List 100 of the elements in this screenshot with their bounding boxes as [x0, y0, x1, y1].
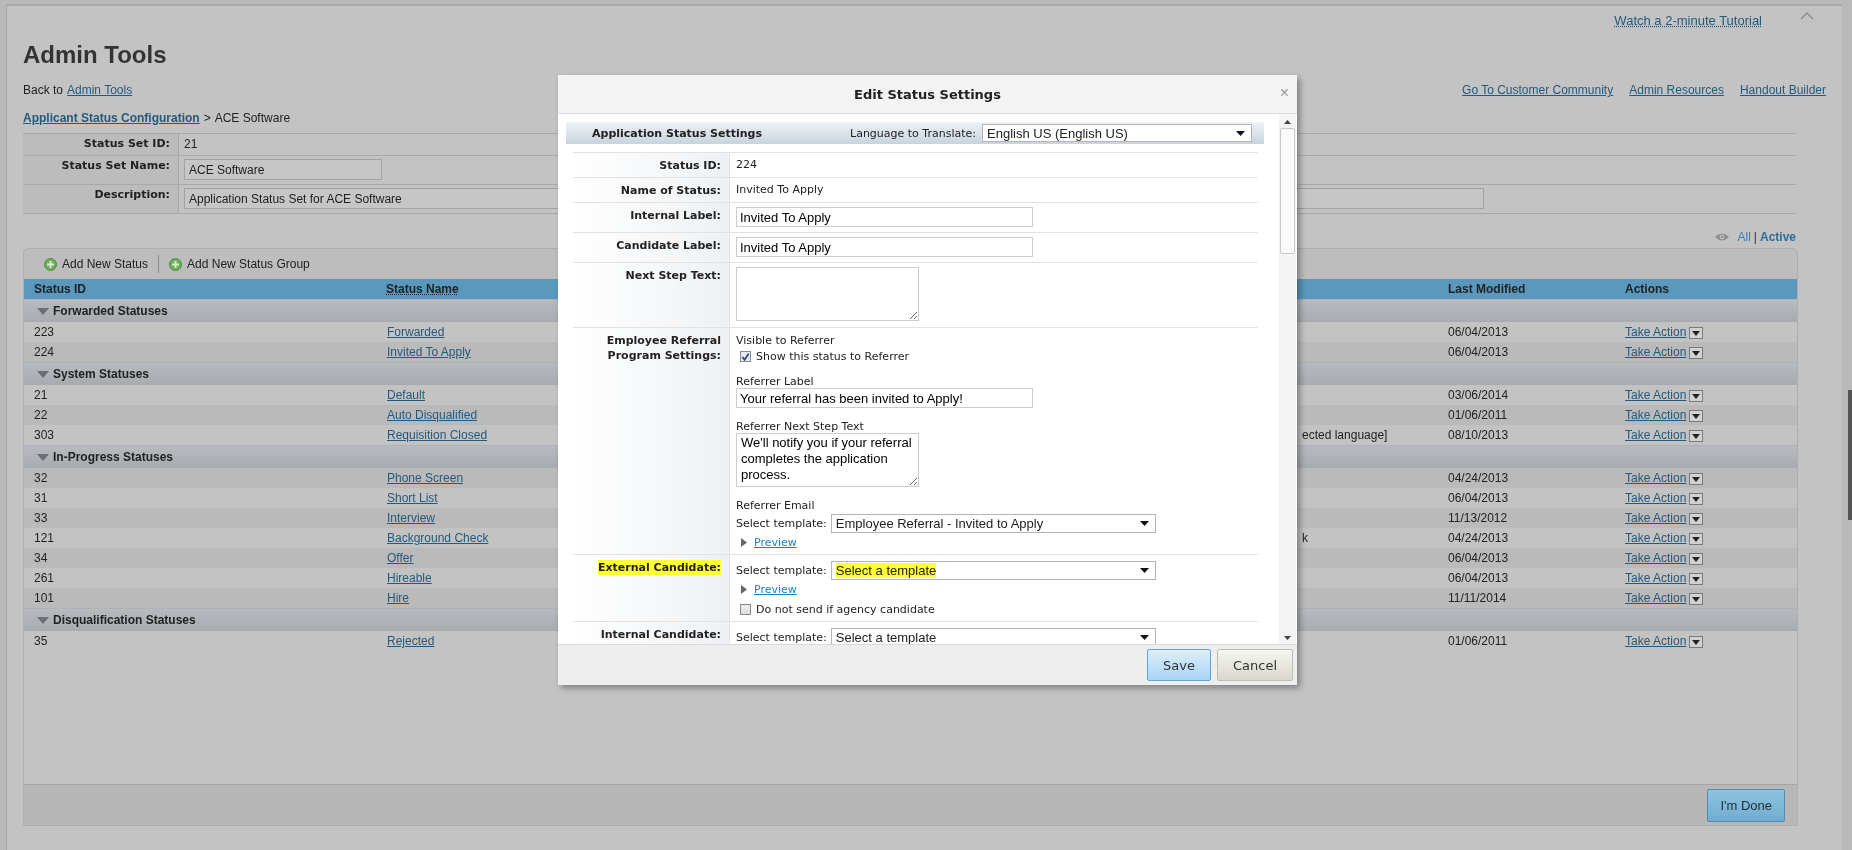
table-cell: 04/24/2013: [1448, 531, 1509, 545]
template-select[interactable]: Select a template: [830, 628, 1156, 644]
take-action-link[interactable]: Take Action: [1625, 428, 1687, 442]
table-cell: 04/24/2013: [1448, 471, 1509, 485]
table-cell: 01/06/2011: [1448, 634, 1508, 648]
take-action-link[interactable]: Take Action: [1625, 571, 1687, 585]
table-cell: 261: [34, 571, 55, 585]
template-select[interactable]: Select a template: [830, 561, 1156, 580]
admin-tools-link[interactable]: Admin Tools: [67, 83, 133, 97]
field-value: 21: [184, 137, 198, 151]
done-button[interactable]: I'm Done: [1707, 788, 1785, 822]
header-link[interactable]: Admin Resources: [1629, 83, 1724, 97]
table-cell: 35: [34, 634, 48, 648]
toolbar-button[interactable]: Add New Status: [44, 257, 149, 271]
cancel-button[interactable]: Cancel: [1216, 649, 1293, 681]
checkbox-label: Do not send if agency candidate: [756, 603, 935, 616]
field-label: Name of Status:: [620, 183, 721, 198]
table-cell: k: [1302, 531, 1308, 545]
status-link[interactable]: Rejected: [387, 634, 435, 648]
toolbar-button[interactable]: Add New Status Group: [169, 257, 310, 271]
triangle-icon[interactable]: [36, 369, 50, 379]
text-field[interactable]: Invited To Apply: [736, 237, 1033, 257]
column-header: Actions: [1625, 282, 1669, 296]
checkbox-label: Show this status to Referrer: [756, 350, 910, 363]
checkbox[interactable]: [740, 351, 751, 362]
group-name: In-Progress Statuses: [53, 450, 174, 464]
text-field[interactable]: Invited To Apply: [736, 207, 1033, 227]
table-cell: 01/06/2011: [1448, 408, 1508, 422]
status-link[interactable]: Hireable: [387, 571, 432, 585]
breadcrumb-link[interactable]: Applicant Status Configuration: [23, 111, 200, 125]
field-value: 224: [736, 158, 757, 171]
close-button[interactable]: ×: [1279, 84, 1289, 102]
status-link[interactable]: Short List: [387, 491, 438, 505]
triangle-icon[interactable]: [36, 306, 50, 316]
status-link[interactable]: Hire: [387, 591, 409, 605]
take-action-link[interactable]: Take Action: [1625, 591, 1687, 605]
text-field[interactable]: Your referral has been invited to Apply!: [736, 388, 1033, 408]
page-title: Admin Tools: [23, 41, 168, 69]
preview-link[interactable]: Preview: [754, 536, 797, 549]
status-link[interactable]: Offer: [387, 551, 414, 565]
expand-triangle-icon: [740, 584, 748, 595]
status-link[interactable]: Requisition Closed: [387, 428, 488, 442]
eye-icon: [1713, 232, 1730, 242]
take-action-link[interactable]: Take Action: [1625, 491, 1687, 505]
status-link[interactable]: Default: [387, 388, 426, 402]
status-link[interactable]: Invited To Apply: [387, 345, 471, 359]
take-action-link[interactable]: Take Action: [1625, 551, 1687, 565]
field-label: Internal Label:: [630, 208, 721, 223]
status-link[interactable]: Phone Screen: [387, 471, 464, 485]
text-area[interactable]: We'll notify you if your referral completes the application process.: [736, 433, 919, 487]
table-cell: 06/04/2013: [1448, 491, 1509, 505]
take-action-link[interactable]: Take Action: [1625, 345, 1687, 359]
table-cell: 121: [34, 531, 55, 545]
table-cell: 33: [34, 511, 48, 525]
caret-icon: [1139, 521, 1149, 526]
checkbox[interactable]: [740, 604, 751, 615]
filter-link[interactable]: Active: [1759, 230, 1796, 244]
table-cell: 21: [34, 388, 48, 402]
table-cell: ected language]: [1302, 428, 1388, 442]
group-name: Forwarded Statuses: [53, 304, 168, 318]
select-label: Select template:: [736, 631, 827, 644]
tutorial-link[interactable]: Watch a 2-minute Tutorial: [1614, 12, 1762, 28]
status-link[interactable]: Auto Disqualified: [387, 408, 478, 422]
filter-link[interactable]: All: [1737, 230, 1751, 244]
save-button[interactable]: Save: [1147, 649, 1211, 681]
header-link[interactable]: Go To Customer Community: [1462, 83, 1614, 97]
preview-link[interactable]: Preview: [754, 583, 797, 596]
take-action-link[interactable]: Take Action: [1625, 634, 1687, 648]
breadcrumb-separator: >: [203, 111, 211, 125]
triangle-icon[interactable]: [36, 452, 50, 462]
column-header[interactable]: Status Name: [386, 282, 459, 296]
field-label: Status ID:: [659, 158, 721, 173]
language-select[interactable]: English US (English US): [982, 124, 1252, 142]
take-action-link[interactable]: Take Action: [1625, 531, 1687, 545]
column-header: Status ID: [34, 282, 86, 296]
take-action-link[interactable]: Take Action: [1625, 471, 1687, 485]
status-link[interactable]: Forwarded: [387, 325, 445, 339]
table-cell: 06/04/2013: [1448, 325, 1509, 339]
triangle-icon[interactable]: [36, 615, 50, 625]
take-action-link[interactable]: Take Action: [1625, 325, 1687, 339]
take-action-link[interactable]: Take Action: [1625, 408, 1687, 422]
status-link[interactable]: Background Check: [387, 531, 489, 545]
table-cell: 303: [34, 428, 55, 442]
scrollbar[interactable]: [1279, 114, 1296, 644]
take-action-link[interactable]: Take Action: [1625, 511, 1687, 525]
filter-separator: |: [1753, 230, 1757, 244]
section-title: Application Status Settings: [592, 126, 762, 140]
scrollbar-thumb[interactable]: [1280, 128, 1295, 254]
header-link[interactable]: Handout Builder: [1739, 83, 1826, 97]
template-select[interactable]: Employee Referral - Invited to Apply: [830, 514, 1156, 533]
scrollbar-thumb[interactable]: [1848, 390, 1852, 520]
name-field[interactable]: ACE Software: [184, 159, 382, 180]
field-label: Status Set ID:: [23, 134, 179, 155]
take-action-link[interactable]: Take Action: [1625, 388, 1687, 402]
table-cell: 06/04/2013: [1448, 571, 1509, 585]
table-cell: 101: [34, 591, 55, 605]
status-link[interactable]: Interview: [387, 511, 436, 525]
field-label: External Candidate:: [598, 560, 721, 575]
collapse-caret-icon: [1800, 12, 1814, 20]
field-label: Candidate Label:: [616, 238, 721, 253]
